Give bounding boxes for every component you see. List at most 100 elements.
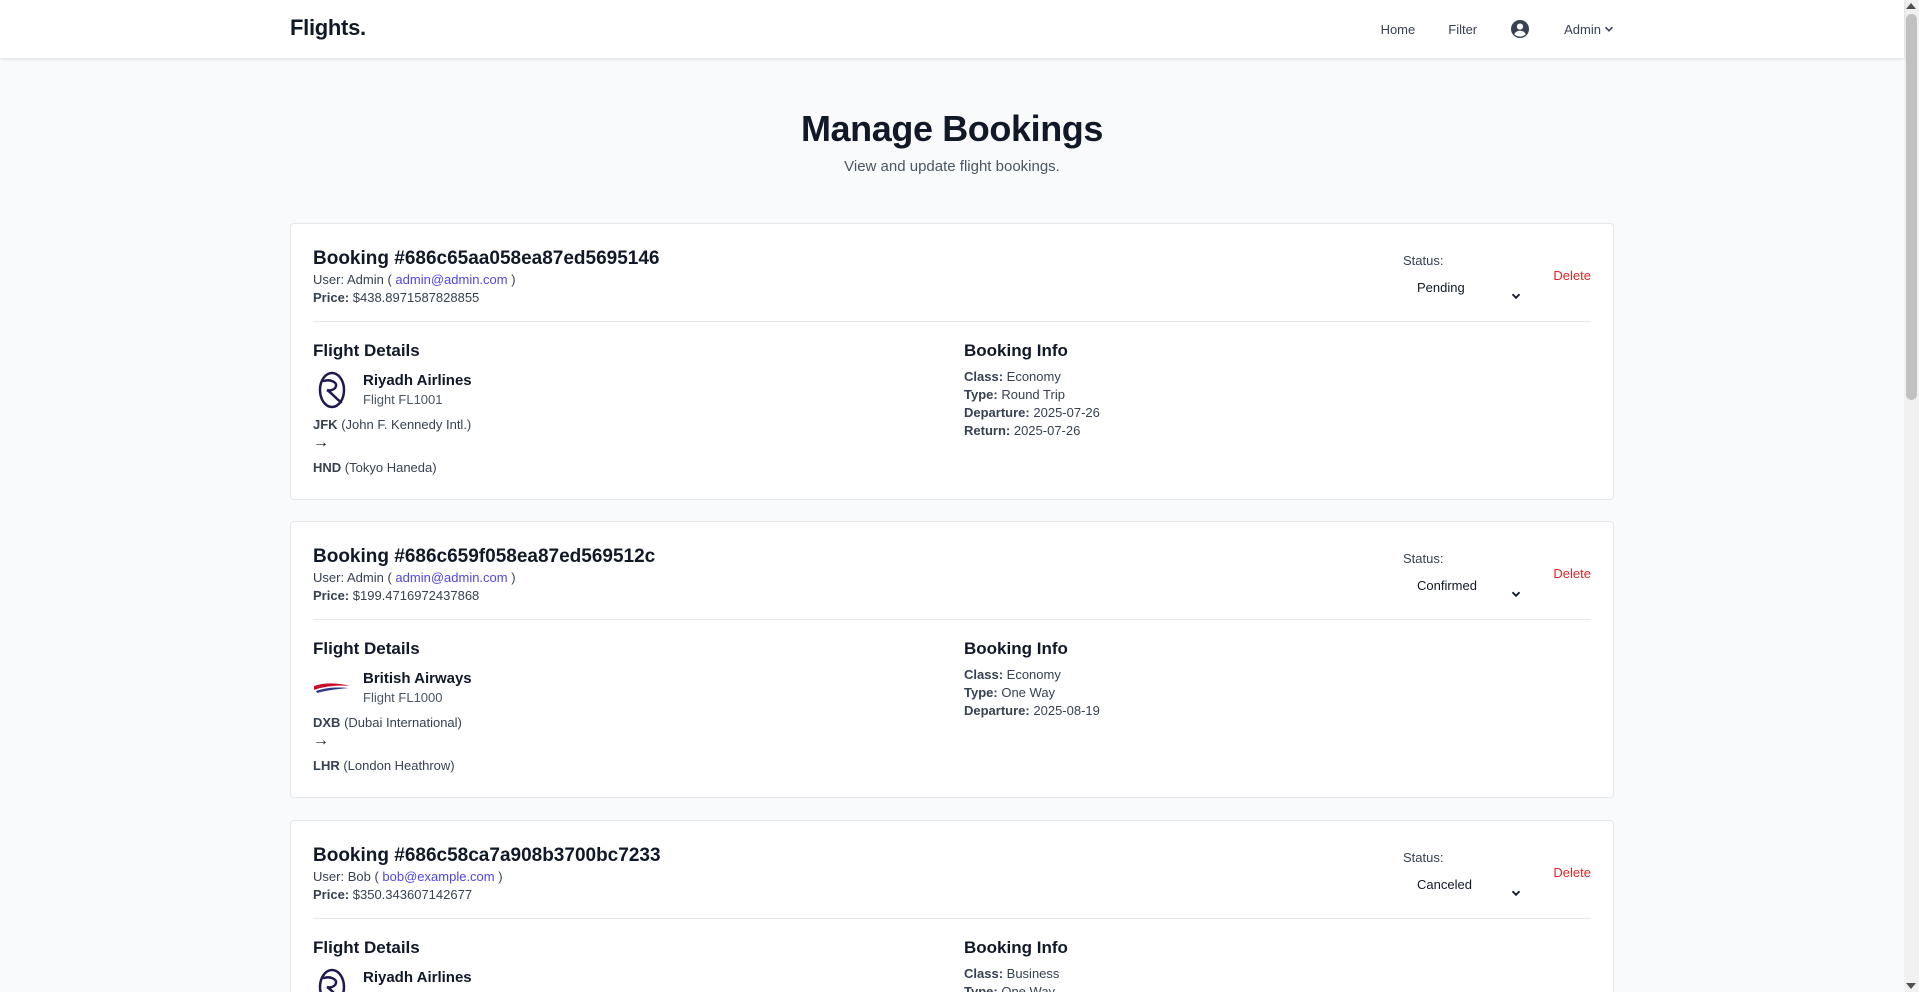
nav-home-link[interactable]: Home: [1381, 22, 1416, 37]
type-value: One Way: [1001, 984, 1056, 992]
riyadh-airlines-logo-icon: [313, 968, 351, 992]
origin-name: (John F. Kennedy Intl.): [341, 417, 472, 432]
class-value: Business: [1006, 966, 1060, 981]
destination-code: LHR: [313, 758, 340, 773]
chevron-down-icon: [1511, 283, 1521, 300]
nav-filter-link[interactable]: Filter: [1448, 22, 1477, 37]
airline-name: Riyadh Airlines: [363, 372, 472, 389]
booking-price: Price: $438.8971587828855: [313, 290, 479, 305]
type-label: Type:: [964, 387, 998, 402]
destination-name: (Tokyo Haneda): [344, 460, 437, 475]
paren-open: (: [374, 869, 379, 884]
page-subtitle: View and update flight bookings.: [844, 158, 1060, 175]
class-label: Class:: [964, 369, 1004, 384]
booking-card: Booking #686c65aa058ea87ed5695146 User: …: [290, 223, 1614, 500]
departure-value: 2025-07-26: [1033, 405, 1100, 420]
brand-logo[interactable]: Flights.: [290, 15, 366, 41]
booking-id: Booking #686c659f058ea87ed569512c: [313, 546, 656, 567]
return-info: Return: 2025-07-26: [964, 423, 1080, 438]
page-header: Manage Bookings View and update flight b…: [0, 108, 1904, 175]
type-value: One Way: [1001, 685, 1056, 700]
booking-user: User: Admin ( admin@admin.com ): [313, 272, 516, 287]
booking-price: Price: $350.343607142677: [313, 887, 472, 902]
status-value: Pending: [1417, 280, 1465, 295]
delete-button[interactable]: Delete: [1553, 268, 1591, 283]
price-label: Price:: [313, 887, 350, 902]
booking-card: Booking #686c58ca7a908b3700bc7233 User: …: [290, 820, 1614, 992]
type-info: Type: One Way: [964, 685, 1055, 700]
chevron-down-icon: [1511, 581, 1521, 598]
airline-name: Riyadh Airlines: [363, 969, 472, 986]
type-info: Type: One Way: [964, 984, 1055, 992]
flight-details-heading: Flight Details: [313, 639, 420, 658]
user-label: User:: [313, 570, 345, 585]
route-destination: HND (Tokyo Haneda): [313, 460, 437, 475]
booking-info-heading: Booking Info: [964, 639, 1068, 658]
scroll-up-arrow-icon[interactable]: [1906, 3, 1916, 9]
user-menu-dropdown[interactable]: Admin: [1564, 22, 1614, 37]
flight-details-heading: Flight Details: [313, 341, 420, 360]
booking-info-heading: Booking Info: [964, 938, 1068, 957]
user-name: Admin: [346, 570, 384, 585]
nav-links: Home Filter Admin: [1381, 0, 1614, 58]
booking-user: User: Bob ( bob@example.com ): [313, 869, 503, 884]
flight-details-heading: Flight Details: [313, 938, 420, 957]
class-label: Class:: [964, 966, 1004, 981]
status-select[interactable]: Canceled: [1403, 871, 1531, 899]
departure-info: Departure: 2025-07-26: [964, 405, 1100, 420]
user-email-link[interactable]: bob@example.com: [382, 869, 494, 884]
user-circle-icon[interactable]: [1510, 19, 1530, 39]
price-value: $350.343607142677: [352, 887, 473, 902]
departure-label: Departure:: [964, 703, 1030, 718]
route-origin: JFK (John F. Kennedy Intl.): [313, 417, 471, 432]
page-title: Manage Bookings: [800, 108, 1104, 149]
status-select[interactable]: Confirmed: [1403, 572, 1531, 600]
delete-button[interactable]: Delete: [1553, 865, 1591, 880]
class-info: Class: Economy: [964, 369, 1061, 384]
paren-close: ): [511, 272, 516, 287]
booking-card-header: Booking #686c659f058ea87ed569512c User: …: [313, 522, 1591, 620]
departure-info: Departure: 2025-08-19: [964, 703, 1100, 718]
status-value: Confirmed: [1417, 578, 1477, 593]
chevron-down-icon: [1604, 24, 1614, 34]
navbar: Flights. Home Filter Admin: [0, 0, 1904, 58]
destination-name: (London Heathrow): [343, 758, 455, 773]
origin-name: (Dubai International): [344, 715, 462, 730]
type-label: Type:: [964, 984, 998, 992]
scrollbar-thumb[interactable]: [1906, 14, 1917, 400]
type-info: Type: Round Trip: [964, 387, 1065, 402]
route-destination: LHR (London Heathrow): [313, 758, 455, 773]
user-label: User:: [313, 272, 345, 287]
price-label: Price:: [313, 588, 350, 603]
user-email-link[interactable]: admin@admin.com: [395, 272, 507, 287]
price-value: $199.4716972437868: [352, 588, 480, 603]
return-label: Return:: [964, 423, 1011, 438]
airline-name: British Airways: [363, 670, 472, 687]
status-label: Status:: [1403, 253, 1444, 268]
user-label: User:: [313, 869, 345, 884]
destination-code: HND: [313, 460, 342, 475]
paren-close: ): [498, 869, 503, 884]
class-info: Class: Economy: [964, 667, 1061, 682]
booking-info-heading: Booking Info: [964, 341, 1068, 360]
navbar-inner: Flights. Home Filter Admin: [290, 0, 1614, 58]
delete-button[interactable]: Delete: [1553, 566, 1591, 581]
class-label: Class:: [964, 667, 1004, 682]
class-info: Class: Business: [964, 966, 1059, 981]
paren-close: ): [511, 570, 516, 585]
status-select[interactable]: Pending: [1403, 274, 1531, 302]
price-value: $438.8971587828855: [352, 290, 480, 305]
booking-user: User: Admin ( admin@admin.com ): [313, 570, 516, 585]
user-email-link[interactable]: admin@admin.com: [395, 570, 507, 585]
class-value: Economy: [1006, 667, 1061, 682]
riyadh-airlines-logo-icon: [313, 371, 351, 409]
user-name: Admin: [346, 272, 384, 287]
page-scrollbar[interactable]: [1904, 0, 1919, 992]
departure-label: Departure:: [964, 405, 1030, 420]
booking-id: Booking #686c58ca7a908b3700bc7233: [313, 845, 661, 866]
departure-value: 2025-08-19: [1033, 703, 1100, 718]
route-arrow-icon: →: [313, 434, 329, 451]
booking-price: Price: $199.4716972437868: [313, 588, 479, 603]
scroll-down-arrow-icon[interactable]: [1906, 983, 1916, 989]
origin-code: DXB: [313, 715, 341, 730]
